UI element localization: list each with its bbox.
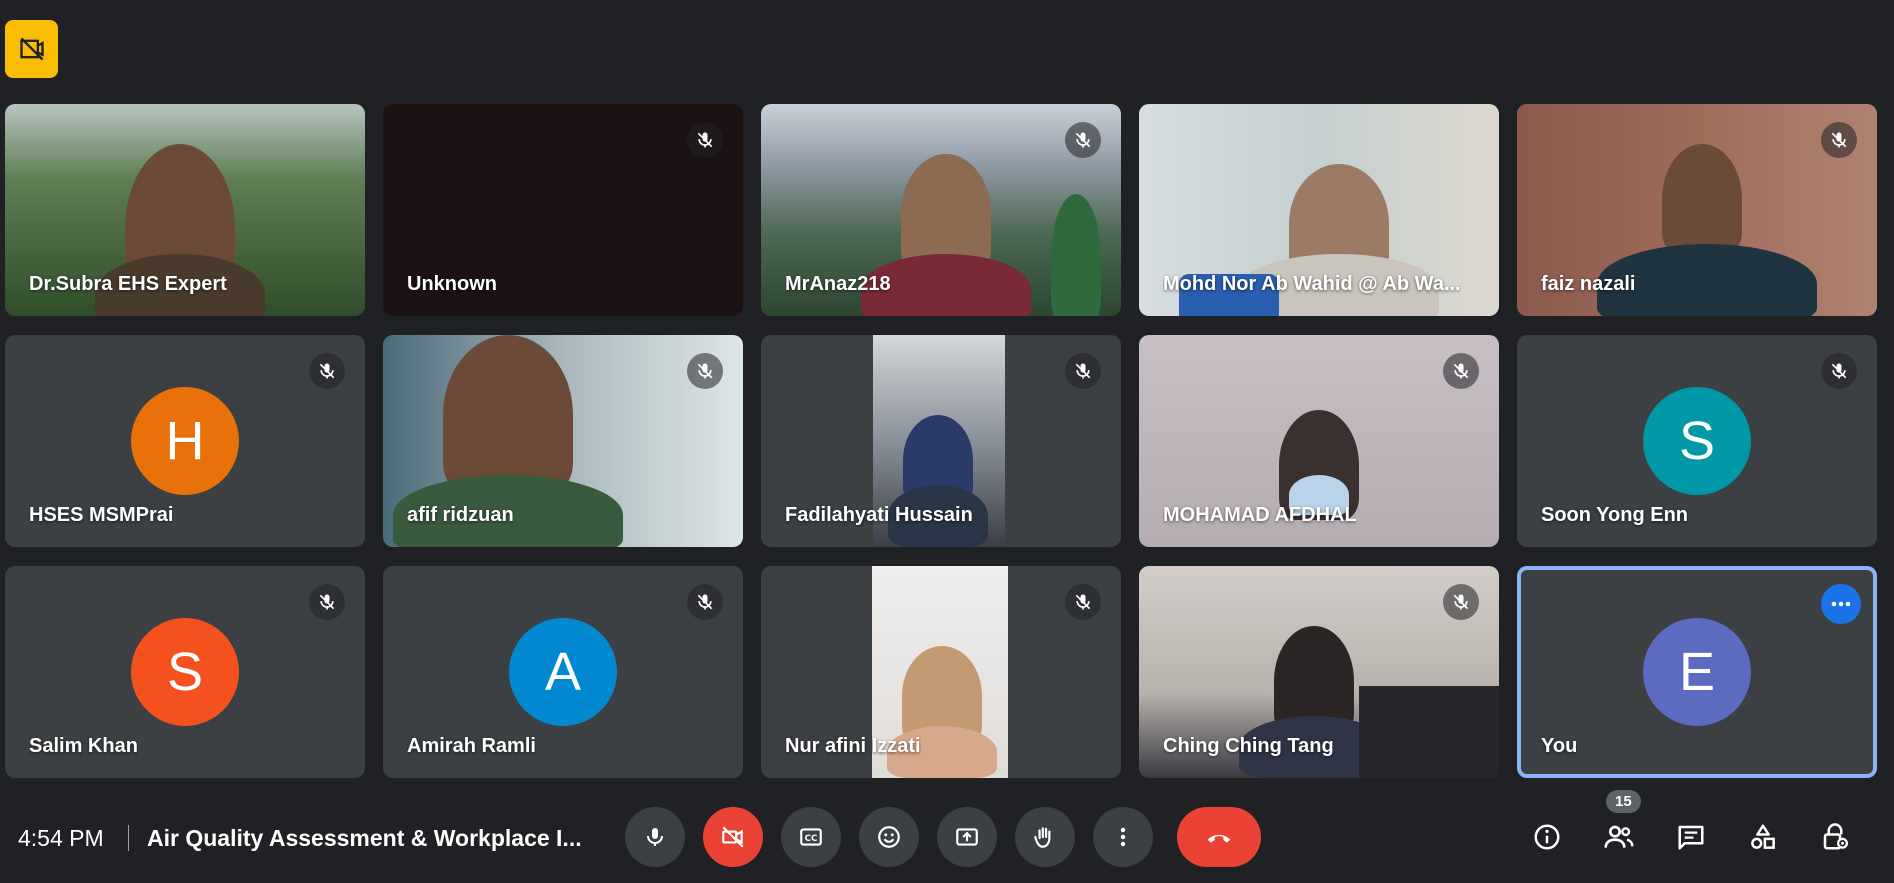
participant-tile[interactable]: Nur afini Izzati bbox=[761, 566, 1121, 778]
emoji-button[interactable] bbox=[859, 807, 919, 867]
microphone-icon bbox=[647, 828, 663, 846]
info-icon bbox=[1534, 824, 1560, 850]
participant-name: afif ridzuan bbox=[407, 504, 514, 526]
participant-tile[interactable]: A Amirah Ramli bbox=[383, 566, 743, 778]
participant-tile[interactable]: Fadilahyati Hussain bbox=[761, 335, 1121, 547]
participant-name: Mohd Nor Ab Wahid @ Ab Wa... bbox=[1163, 273, 1461, 295]
chat-icon bbox=[1678, 825, 1704, 850]
call-controls: CC bbox=[625, 807, 1261, 867]
mic-muted-icon bbox=[1065, 122, 1101, 158]
side-panel-controls: 15 bbox=[1518, 790, 1864, 867]
host-controls-button[interactable] bbox=[1806, 807, 1864, 867]
participant-name: MrAnaz218 bbox=[785, 273, 891, 295]
participant-tile[interactable]: H HSES MSMPrai bbox=[5, 335, 365, 547]
raise-hand-button[interactable] bbox=[1015, 807, 1075, 867]
avatar: A bbox=[509, 618, 617, 726]
participant-tile[interactable]: MrAnaz218 bbox=[761, 104, 1121, 316]
people-button[interactable]: 15 bbox=[1590, 790, 1648, 867]
activities-icon bbox=[1751, 824, 1775, 849]
mic-muted-icon bbox=[1443, 584, 1479, 620]
mic-muted-icon bbox=[1821, 353, 1857, 389]
participant-tile[interactable]: S Salim Khan bbox=[5, 566, 365, 778]
host-controls-icon bbox=[1823, 823, 1848, 850]
participant-name: Salim Khan bbox=[29, 735, 138, 757]
avatar: E bbox=[1643, 618, 1751, 726]
more-options-button[interactable] bbox=[1093, 807, 1153, 867]
participant-tile[interactable]: Dr.Subra EHS Expert bbox=[5, 104, 365, 316]
present-button[interactable] bbox=[937, 807, 997, 867]
participant-tile[interactable]: S Soon Yong Enn bbox=[1517, 335, 1877, 547]
participant-grid: Dr.Subra EHS Expert Unknown MrAnaz218 Mo… bbox=[5, 104, 1877, 778]
captions-icon: CC bbox=[800, 828, 822, 846]
participant-name: Ching Ching Tang bbox=[1163, 735, 1334, 757]
avatar: S bbox=[1643, 387, 1751, 495]
activities-button[interactable] bbox=[1734, 807, 1792, 867]
participant-name: Dr.Subra EHS Expert bbox=[29, 273, 227, 295]
participant-name: MOHAMAD AFDHAL bbox=[1163, 504, 1357, 526]
camera-off-icon bbox=[722, 826, 744, 848]
end-call-icon bbox=[1207, 834, 1231, 843]
participant-name: Nur afini Izzati bbox=[785, 735, 921, 757]
mic-muted-icon bbox=[1443, 353, 1479, 389]
meeting-controls-bar: 4:54 PM Air Quality Assessment & Workpla… bbox=[0, 780, 1894, 880]
meeting-title: Air Quality Assessment & Workplace I... bbox=[147, 825, 582, 851]
chat-button[interactable] bbox=[1662, 807, 1720, 867]
no-recording-icon bbox=[19, 37, 44, 61]
participant-name: HSES MSMPrai bbox=[29, 504, 174, 526]
participant-name: Amirah Ramli bbox=[407, 735, 536, 757]
mic-muted-icon bbox=[687, 353, 723, 389]
participant-tile[interactable]: Unknown bbox=[383, 104, 743, 316]
more-horiz-icon bbox=[1831, 601, 1851, 607]
participant-name: You bbox=[1541, 735, 1578, 757]
participant-tile[interactable]: Ching Ching Tang bbox=[1139, 566, 1499, 778]
avatar: S bbox=[131, 618, 239, 726]
end-call-button[interactable] bbox=[1177, 807, 1261, 867]
participant-count-badge: 15 bbox=[1606, 790, 1641, 813]
microphone-button[interactable] bbox=[625, 807, 685, 867]
camera-button[interactable] bbox=[703, 807, 763, 867]
emoji-icon bbox=[878, 826, 900, 848]
meeting-details-button[interactable] bbox=[1518, 807, 1576, 867]
participant-name: faiz nazali bbox=[1541, 273, 1636, 295]
recording-indicator[interactable] bbox=[5, 20, 58, 78]
captions-button[interactable]: CC bbox=[781, 807, 841, 867]
participant-name: Soon Yong Enn bbox=[1541, 504, 1689, 526]
participant-tile[interactable]: MOHAMAD AFDHAL bbox=[1139, 335, 1499, 547]
participant-tile[interactable]: afif ridzuan bbox=[383, 335, 743, 547]
mic-muted-icon bbox=[687, 122, 723, 158]
participant-name: Unknown bbox=[407, 273, 497, 295]
meeting-time: 4:54 PM bbox=[18, 825, 104, 851]
mic-muted-icon bbox=[1065, 584, 1101, 620]
participant-tile[interactable]: Mohd Nor Ab Wahid @ Ab Wa... bbox=[1139, 104, 1499, 316]
divider bbox=[128, 825, 129, 851]
participant-name: Fadilahyati Hussain bbox=[785, 504, 973, 526]
participant-tile[interactable]: faiz nazali bbox=[1517, 104, 1877, 316]
avatar: H bbox=[131, 387, 239, 495]
mic-muted-icon bbox=[309, 353, 345, 389]
svg-text:CC: CC bbox=[805, 834, 818, 844]
mic-muted-icon bbox=[1821, 122, 1857, 158]
more-options-button[interactable] bbox=[1821, 584, 1861, 624]
raise-hand-icon bbox=[1034, 827, 1051, 848]
more-vert-icon bbox=[1120, 827, 1126, 847]
present-icon bbox=[956, 828, 978, 846]
mic-muted-icon bbox=[1065, 353, 1101, 389]
mic-muted-icon bbox=[309, 584, 345, 620]
mic-muted-icon bbox=[687, 584, 723, 620]
self-tile[interactable]: E You bbox=[1517, 566, 1877, 778]
people-icon bbox=[1604, 825, 1634, 848]
